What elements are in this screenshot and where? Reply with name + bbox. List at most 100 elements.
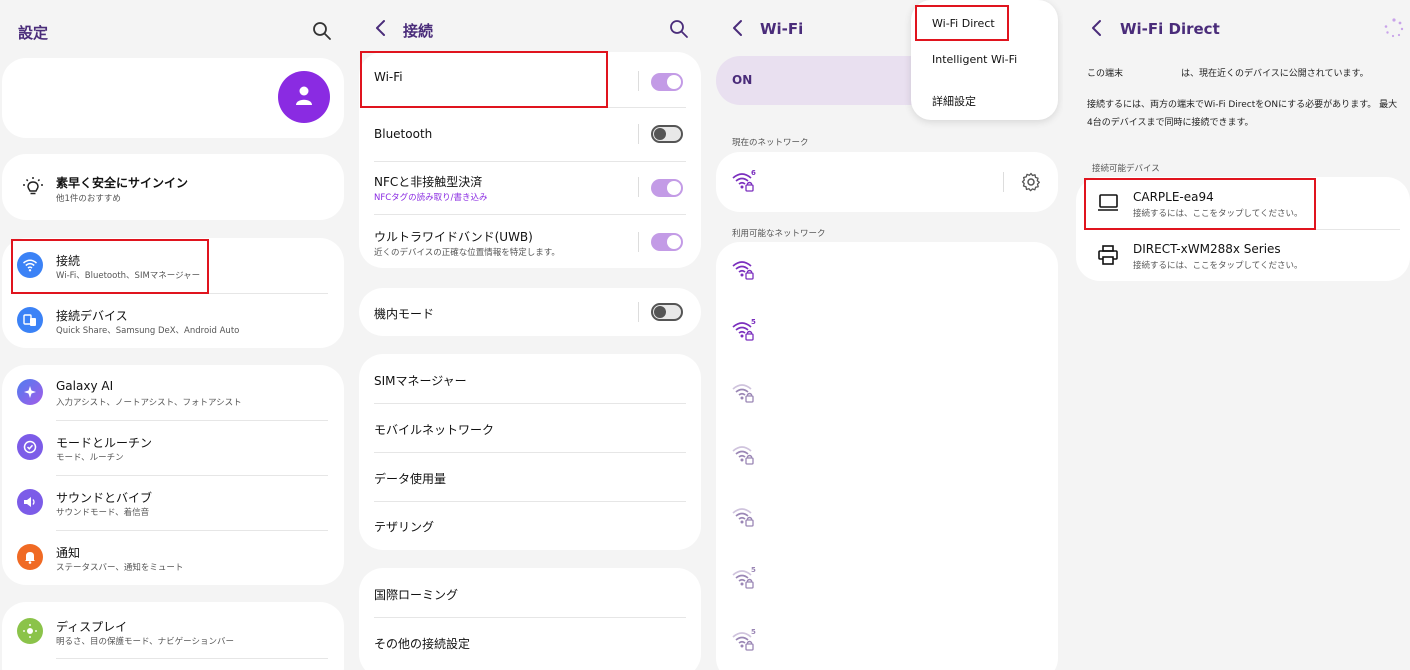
divider bbox=[638, 177, 639, 197]
highlight-box bbox=[915, 5, 1009, 41]
network-row[interactable] bbox=[716, 376, 1058, 416]
bluetooth-toggle[interactable] bbox=[651, 125, 683, 143]
highlight-box bbox=[1084, 178, 1316, 230]
connections-item-tethering[interactable]: テザリング bbox=[359, 501, 701, 550]
galaxy-ai-icon bbox=[17, 379, 43, 405]
divider bbox=[638, 302, 639, 322]
wifi-signal-icon bbox=[732, 446, 754, 465]
available-network-label: 利用可能なネットワーク bbox=[732, 229, 826, 239]
tethering-title: テザリング bbox=[374, 520, 435, 534]
network-row[interactable]: 5 bbox=[716, 624, 1058, 664]
device-name: DIRECT-xWM288x Series bbox=[1133, 242, 1281, 256]
avatar[interactable] bbox=[278, 71, 330, 123]
device-item-direct-series[interactable]: DIRECT-xWM288x Series 接続するには、ここをタップしてくださ… bbox=[1076, 229, 1410, 281]
back-arrow-icon[interactable] bbox=[1088, 18, 1106, 38]
connections-item-mobile-network[interactable]: モバイルネットワーク bbox=[359, 403, 701, 452]
data-usage-title: データ使用量 bbox=[374, 472, 447, 486]
network-row[interactable] bbox=[716, 438, 1058, 478]
suggestion-title: 素早く安全にサインイン bbox=[56, 176, 189, 190]
connections-item-roaming[interactable]: 国際ローミング bbox=[359, 568, 701, 617]
connections-item-sim[interactable]: SIMマネージャー bbox=[359, 354, 701, 403]
divider bbox=[1003, 172, 1004, 192]
device-visibility-text: この端末 は、現在近くのデバイスに公開されています。 bbox=[1087, 69, 1369, 79]
network-row[interactable] bbox=[716, 253, 1058, 293]
menu-item-advanced[interactable]: 詳細設定 bbox=[932, 93, 976, 109]
settings-item-sound[interactable]: サウンドとバイブ サウンドモード、着信音 bbox=[2, 475, 344, 530]
modes-sub: モード、ルーチン bbox=[56, 453, 124, 463]
gear-icon[interactable] bbox=[1021, 172, 1041, 192]
settings-item-notifications[interactable]: 通知 ステータスバー、通知をミュート bbox=[2, 530, 344, 585]
settings-item-display[interactable]: ディスプレイ 明るさ、目の保護モード、ナビゲーションバー bbox=[2, 602, 344, 658]
uwb-title: ウルトラワイドバンド(UWB) bbox=[374, 230, 533, 244]
page-title: 設定 bbox=[18, 24, 49, 42]
mobile-network-title: モバイルネットワーク bbox=[374, 423, 495, 437]
highlight-box bbox=[360, 51, 608, 108]
galaxy-ai-sub: 入力アシスト、ノートアシスト、フォトアシスト bbox=[56, 398, 242, 408]
network-row[interactable] bbox=[716, 500, 1058, 540]
available-devices-label: 接続可能デバイス bbox=[1092, 164, 1160, 174]
connections-item-bluetooth[interactable]: Bluetooth bbox=[359, 107, 701, 161]
airplane-title: 機内モード bbox=[374, 307, 435, 321]
network-row[interactable]: 5 bbox=[716, 562, 1058, 602]
wifi-direct-info-line2: 4台のデバイスまで同時に接続できます。 bbox=[1087, 118, 1254, 128]
wifi-signal-icon bbox=[732, 261, 754, 280]
current-network-card[interactable]: 6 bbox=[716, 152, 1058, 212]
wifi-toggle[interactable] bbox=[651, 73, 683, 91]
wifi-standard-badge: 6 bbox=[751, 169, 756, 177]
roaming-title: 国際ローミング bbox=[374, 588, 459, 602]
connected-devices-title: 接続デバイス bbox=[56, 309, 128, 323]
bell-icon bbox=[17, 544, 43, 570]
connections-item-data-usage[interactable]: データ使用量 bbox=[359, 452, 701, 501]
network-card: SIMマネージャー モバイルネットワーク データ使用量 テザリング bbox=[359, 354, 701, 550]
connections-item-nfc[interactable]: NFCと非接触型決済 NFCタグの読み取り/書き込み bbox=[359, 161, 701, 214]
menu-item-intelligent-wifi[interactable]: Intelligent Wi-Fi bbox=[932, 53, 1017, 66]
modes-icon bbox=[17, 434, 43, 460]
features-card: Galaxy AI 入力アシスト、ノートアシスト、フォトアシスト モードとルーチ… bbox=[2, 365, 344, 585]
connections-item-airplane[interactable]: 機内モード bbox=[359, 288, 701, 336]
page-title: Wi-Fi bbox=[760, 20, 804, 38]
search-icon[interactable] bbox=[312, 21, 332, 41]
settings-header: 設定 bbox=[0, 0, 350, 60]
notifications-sub: ステータスバー、通知をミュート bbox=[56, 563, 184, 573]
divider bbox=[638, 124, 639, 144]
search-icon[interactable] bbox=[669, 19, 689, 39]
galaxy-ai-title: Galaxy AI bbox=[56, 379, 114, 393]
back-arrow-icon[interactable] bbox=[372, 18, 390, 38]
settings-item-connected-devices[interactable]: 接続デバイス Quick Share、Samsung DeX、Android A… bbox=[2, 294, 344, 348]
uwb-toggle[interactable] bbox=[651, 233, 683, 251]
connections-item-uwb[interactable]: ウルトラワイドバンド(UWB) 近くのデバイスの正確な位置情報を特定します。 bbox=[359, 214, 701, 268]
wifi-standard-badge: 5 bbox=[751, 318, 756, 326]
divider bbox=[638, 71, 639, 91]
connections-panel: 接続 Wi-Fi Bluetooth NFCと非接触型決済 NFCタグの読み取り… bbox=[354, 0, 709, 670]
modes-title: モードとルーチン bbox=[56, 436, 153, 450]
more-settings-title: その他の接続設定 bbox=[374, 637, 471, 651]
settings-item-galaxy-ai[interactable]: Galaxy AI 入力アシスト、ノートアシスト、フォトアシスト bbox=[2, 365, 344, 420]
lightbulb-icon bbox=[23, 177, 43, 195]
highlight-box bbox=[11, 239, 209, 294]
wifi-standard-badge: 5 bbox=[751, 566, 756, 574]
nfc-toggle[interactable] bbox=[651, 179, 683, 197]
display-sub: 明るさ、目の保護モード、ナビゲーションバー bbox=[56, 637, 234, 647]
settings-item-modes-routines[interactable]: モードとルーチン モード、ルーチン bbox=[2, 420, 344, 475]
airplane-toggle[interactable] bbox=[651, 303, 683, 321]
sound-sub: サウンドモード、着信音 bbox=[56, 508, 150, 518]
loading-spinner-icon bbox=[1384, 18, 1404, 38]
suggestion-card[interactable]: 素早く安全にサインイン 他1件のおすすめ bbox=[2, 154, 344, 220]
divider bbox=[638, 232, 639, 252]
account-card[interactable] bbox=[2, 58, 344, 138]
bluetooth-title: Bluetooth bbox=[374, 127, 433, 141]
page-title: 接続 bbox=[403, 22, 434, 40]
wifi-panel: Wi-Fi ON 現在のネットワーク 6 利用可能なネットワーク 555 Wi-… bbox=[713, 0, 1063, 670]
current-network-label: 現在のネットワーク bbox=[732, 138, 809, 148]
connections-item-more-settings[interactable]: その他の接続設定 bbox=[359, 617, 701, 666]
airplane-card: 機内モード bbox=[359, 288, 701, 336]
settings-panel: 設定 素早く安全にサインイン 他1件のおすすめ 接続 Wi-Fi、Bluetoo… bbox=[0, 0, 350, 670]
wifi-standard-badge: 5 bbox=[751, 628, 756, 636]
network-row[interactable]: 5 bbox=[716, 314, 1058, 354]
connected-devices-icon bbox=[17, 307, 43, 333]
back-arrow-icon[interactable] bbox=[729, 18, 747, 38]
more-card: 国際ローミング その他の接続設定 bbox=[359, 568, 701, 670]
display-card: ディスプレイ 明るさ、目の保護モード、ナビゲーションバー bbox=[2, 602, 344, 670]
sun-icon bbox=[17, 618, 43, 644]
wifi-direct-header: Wi-Fi Direct bbox=[1067, 0, 1410, 60]
